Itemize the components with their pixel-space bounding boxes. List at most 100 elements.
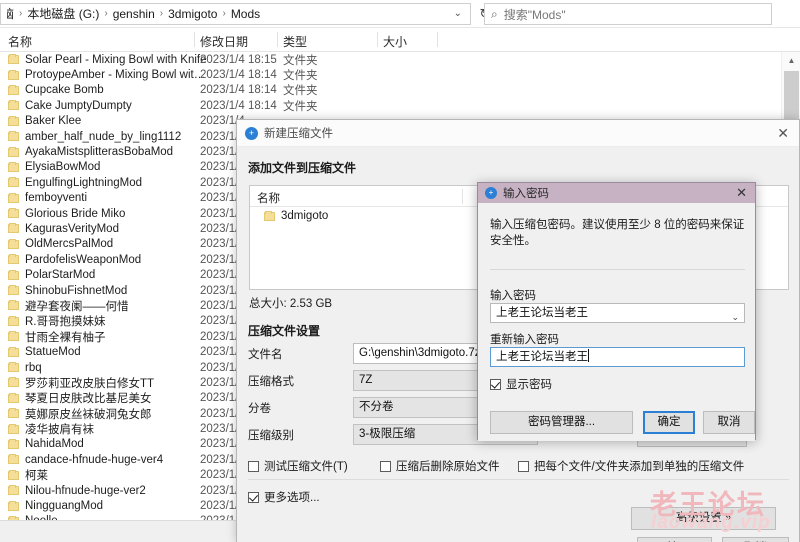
- checkbox-box: [248, 460, 259, 472]
- folder-icon: [8, 315, 19, 326]
- checkbox-show-password[interactable]: 显示密码: [490, 376, 552, 392]
- file-name: Cake JumptyDumpty: [25, 99, 132, 112]
- folder-icon: [8, 377, 19, 388]
- column-header-type[interactable]: 类型: [283, 33, 307, 50]
- start-button[interactable]: 开始(S): [637, 537, 712, 542]
- chevron-down-icon[interactable]: ⌄: [731, 308, 739, 326]
- folder-icon: [8, 408, 19, 419]
- breadcrumb-item[interactable]: genshin: [110, 6, 158, 22]
- archive-settings-heading: 压缩文件设置: [248, 324, 321, 338]
- checkbox-separate-archives[interactable]: 把每个文件/文件夹添加到单独的压缩文件: [518, 458, 744, 474]
- file-name: EngulfingLightningMod: [25, 176, 143, 189]
- screen: 脑›本地磁盘 (G:)›genshin›3dmigoto›Mods ⌄ ↻ ⌕ …: [0, 0, 800, 542]
- folder-icon: [8, 192, 19, 203]
- close-icon[interactable]: ✕: [777, 125, 789, 141]
- password-body: 输入压缩包密码。建议使用至少 8 位的密码来保证安全性。 输入密码 上老王论坛当…: [478, 203, 755, 441]
- file-date: 2023/1/4 18:15: [200, 53, 277, 66]
- breadcrumb-separator: ›: [159, 8, 164, 19]
- password-input[interactable]: 上老王论坛当老王 ⌄: [490, 303, 745, 323]
- file-type: 文件夹: [283, 54, 318, 67]
- checkbox-label: 显示密码: [506, 379, 552, 391]
- password-confirm-value: 上老王论坛当老王: [496, 351, 588, 363]
- folder-icon: [8, 331, 19, 342]
- folder-icon: [264, 210, 275, 221]
- password-confirm-input[interactable]: 上老王论坛当老王: [490, 347, 745, 367]
- folder-icon: [8, 177, 19, 188]
- checkbox-label: 测试压缩文件(T): [264, 461, 348, 473]
- file-name: 柯莱: [25, 470, 48, 483]
- breadcrumb-item[interactable]: 3dmigoto: [165, 6, 220, 22]
- column-header-size[interactable]: 大小: [383, 33, 407, 50]
- folder-icon: [8, 238, 19, 249]
- archive-col-name[interactable]: 名称: [257, 190, 280, 206]
- checkbox-more-options[interactable]: 更多选项...: [248, 489, 320, 505]
- folder-icon: [8, 438, 19, 449]
- file-name: PolarStarMod: [25, 269, 96, 282]
- folder-icon: [8, 146, 19, 157]
- column-divider[interactable]: [437, 32, 438, 47]
- folder-icon: [8, 285, 19, 296]
- password-cancel-button[interactable]: 取消: [703, 411, 755, 434]
- file-name: Solar Pearl - Mixing Bowl with Knife: [25, 53, 207, 66]
- volume-value: 不分卷: [359, 401, 394, 413]
- breadcrumb-item[interactable]: 脑: [7, 4, 17, 23]
- file-date: 2023/1/4 18:14: [200, 84, 277, 97]
- advanced-settings-button[interactable]: 高级设置 »: [631, 507, 776, 530]
- file-name: 甘雨全裸有柚子: [25, 331, 106, 344]
- archive-title-text: 新建压缩文件: [264, 128, 333, 140]
- archive-app-icon: +: [245, 126, 258, 140]
- folder-icon: [8, 208, 19, 219]
- folder-icon: [8, 362, 19, 372]
- file-name: 凌华披肩有袜: [25, 424, 94, 437]
- folder-icon: [8, 161, 19, 172]
- file-row[interactable]: Solar Pearl - Mixing Bowl with Knife 2023…: [0, 52, 781, 67]
- breadcrumb[interactable]: 脑 › 本地磁盘 (G:) › genshin › 3dmigoto › Mods ⌄: [0, 2, 471, 25]
- checkbox-delete-after[interactable]: 压缩后删除原始文件: [380, 458, 500, 474]
- checkbox-box: [518, 460, 529, 472]
- level-value: 3-极限压缩: [359, 428, 416, 440]
- archive-col-divider[interactable]: [462, 189, 463, 204]
- divider: [490, 269, 745, 270]
- folder-icon: [8, 500, 19, 511]
- column-header-name[interactable]: 名称: [8, 33, 32, 50]
- search-input[interactable]: ⌕ 搜索"Mods": [484, 3, 772, 25]
- file-row[interactable]: Cake JumptyDumpty 2023/1/4 18:14 文件夹: [0, 98, 781, 113]
- column-divider[interactable]: [277, 32, 278, 47]
- file-name: PardofelisWeaponMod: [25, 253, 142, 266]
- breadcrumb-item[interactable]: 本地磁盘 (G:): [24, 4, 102, 23]
- checkbox-test-archive[interactable]: 测试压缩文件(T): [248, 458, 348, 474]
- archive-list-item-label: 3dmigoto: [281, 210, 329, 222]
- folder-icon: [8, 485, 19, 496]
- file-name: NingguangMod: [25, 500, 104, 513]
- column-divider[interactable]: [194, 32, 195, 47]
- text-caret: [588, 349, 589, 362]
- folder-icon: [8, 269, 19, 280]
- file-name: ShinobuFishnetMod: [25, 284, 128, 297]
- file-name: Cupcake Bomb: [25, 84, 104, 97]
- scroll-up-icon[interactable]: ▲: [782, 52, 800, 69]
- file-name: 琴夏日皮肤改比基尼美女: [25, 393, 152, 406]
- file-row[interactable]: Cupcake Bomb 2023/1/4 18:14 文件夹: [0, 83, 781, 98]
- label-format: 压缩格式: [248, 376, 294, 388]
- cancel-button[interactable]: 取消: [722, 537, 789, 542]
- close-icon[interactable]: ✕: [736, 185, 747, 200]
- checkbox-box: [380, 460, 391, 472]
- file-name: StatueMod: [25, 346, 81, 359]
- folder-icon: [8, 392, 19, 403]
- ok-button[interactable]: 确定: [643, 411, 695, 434]
- file-name: Glorious Bride Miko: [25, 207, 126, 220]
- label-enter-password: 输入密码: [490, 290, 536, 302]
- column-divider[interactable]: [377, 32, 378, 47]
- column-header-date[interactable]: 修改日期: [200, 33, 248, 50]
- folder-icon: [8, 69, 19, 80]
- chevron-down-icon[interactable]: ⌄: [450, 8, 466, 19]
- checkbox-label: 压缩后删除原始文件: [396, 461, 500, 473]
- folder-icon: [8, 346, 19, 357]
- file-row[interactable]: ProtoypeAmber - Mixing Bowl with ... 2023…: [0, 67, 781, 82]
- archive-title-bar[interactable]: + 新建压缩文件 ✕: [237, 120, 799, 147]
- breadcrumb-item[interactable]: Mods: [228, 6, 263, 22]
- folder-icon: [8, 454, 19, 465]
- folder-icon: [8, 54, 19, 65]
- password-manager-button[interactable]: 密码管理器...: [490, 411, 633, 434]
- password-title-bar[interactable]: + 输入密码 ✕: [478, 183, 755, 203]
